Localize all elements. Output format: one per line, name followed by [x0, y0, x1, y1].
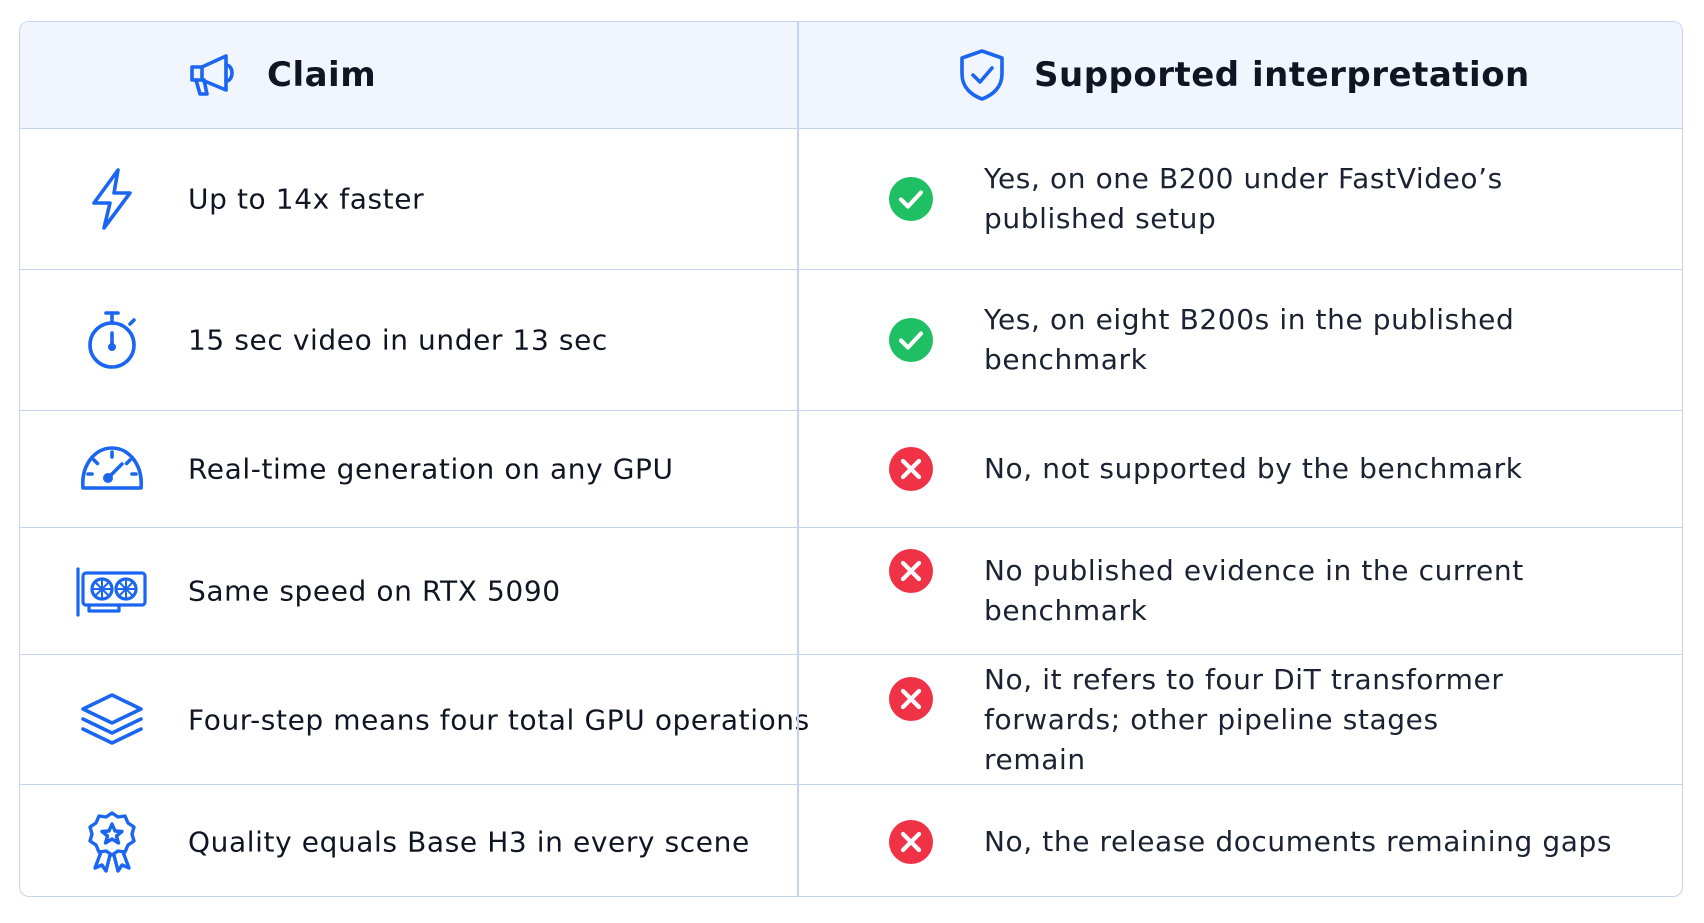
- interpretation-text: No, the release documents remaining gaps: [984, 824, 1613, 858]
- interpretation-text: Yes, on one B200 under FastVideo’s publi…: [984, 162, 1503, 235]
- interpretation-cell: Yes, on one B200 under FastVideo’s publi…: [799, 129, 1682, 269]
- check-circle-icon: [888, 176, 934, 222]
- x-circle-icon: [888, 446, 934, 492]
- stopwatch-icon: [85, 309, 139, 371]
- claims-table: Claim Supported interpretation Up to 14x…: [19, 21, 1683, 897]
- interpretation-text: Yes, on eight B200s in the published ben…: [984, 303, 1515, 376]
- claim-cell: 15 sec video in under 13 sec: [20, 270, 797, 410]
- award-badge-icon: [85, 810, 139, 874]
- claim-cell: Real-time generation on any GPU: [20, 411, 797, 527]
- claim-text: Quality equals Base H3 in every scene: [188, 825, 750, 858]
- shield-check-icon: [958, 48, 1006, 102]
- claim-text: Same speed on RTX 5090: [188, 574, 561, 608]
- claim-cell: Same speed on RTX 5090: [20, 528, 797, 654]
- table-header: Claim Supported interpretation: [20, 22, 1682, 129]
- header-interp-label: Supported interpretation: [1034, 55, 1530, 95]
- table-row: Quality equals Base H3 in every scene No…: [20, 785, 1682, 896]
- check-circle-icon: [888, 317, 934, 363]
- header-claim-label: Claim: [267, 55, 377, 95]
- gpu-card-icon: [75, 565, 149, 617]
- interpretation-cell: No, it refers to four DiT transformer fo…: [799, 655, 1682, 784]
- table-row: Up to 14x faster Yes, on one B200 under …: [20, 129, 1682, 270]
- table-row: 15 sec video in under 13 sec Yes, on eig…: [20, 270, 1682, 411]
- layers-icon: [79, 691, 145, 749]
- table-row: Four-step means four total GPU operation…: [20, 655, 1682, 785]
- claim-text: Four-step means four total GPU operation…: [188, 703, 810, 736]
- claim-text: 15 sec video in under 13 sec: [188, 323, 608, 357]
- megaphone-icon: [188, 52, 242, 98]
- x-circle-icon: [888, 819, 934, 865]
- x-circle-icon: [888, 548, 934, 594]
- claim-cell: Four-step means four total GPU operation…: [20, 655, 809, 784]
- table-row: Real-time generation on any GPU No, not …: [20, 411, 1682, 528]
- table-row: Same speed on RTX 5090 No published evid…: [20, 528, 1682, 655]
- claim-cell: Up to 14x faster: [20, 129, 797, 269]
- claim-text: Real-time generation on any GPU: [188, 452, 674, 486]
- interpretation-text: No published evidence in the current ben…: [984, 554, 1524, 627]
- claim-cell: Quality equals Base H3 in every scene: [20, 785, 797, 896]
- interpretation-text: No, it refers to four DiT transformer fo…: [984, 662, 1504, 776]
- column-divider: [797, 22, 799, 896]
- header-claim-cell: Claim: [20, 22, 797, 128]
- speedometer-icon: [78, 442, 146, 496]
- interpretation-cell: No, the release documents remaining gaps: [799, 785, 1682, 896]
- x-circle-icon: [888, 676, 934, 722]
- interpretation-cell: No, not supported by the benchmark: [799, 411, 1682, 527]
- interpretation-cell: Yes, on eight B200s in the published ben…: [799, 270, 1682, 410]
- lightning-icon: [88, 167, 136, 231]
- interpretation-cell: No published evidence in the current ben…: [799, 528, 1682, 654]
- interpretation-text: No, not supported by the benchmark: [984, 452, 1523, 485]
- claim-text: Up to 14x faster: [188, 182, 425, 216]
- header-interp-cell: Supported interpretation: [799, 22, 1682, 128]
